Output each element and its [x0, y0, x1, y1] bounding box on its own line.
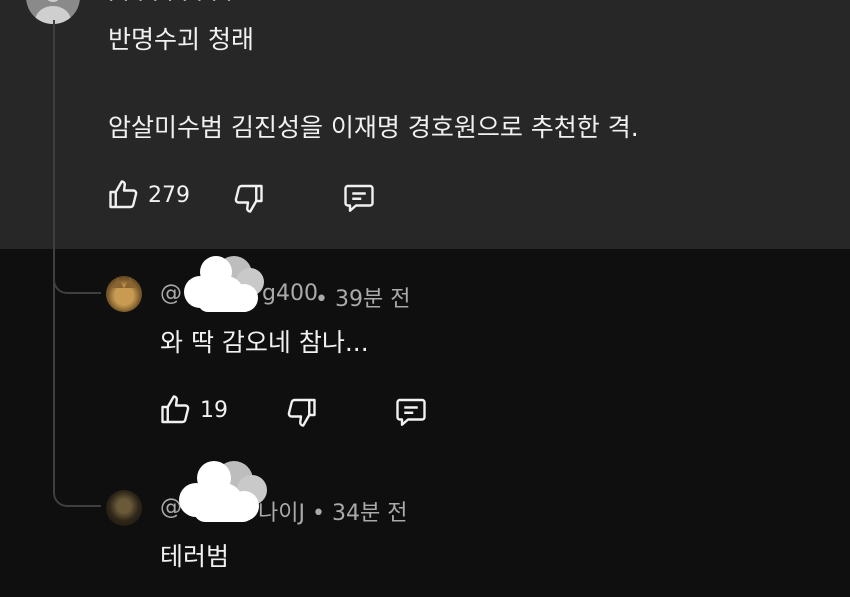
- reply-time: • 34분 전: [312, 501, 408, 526]
- reply-text: 테러범: [160, 542, 230, 571]
- thumbs-down-icon: [230, 180, 266, 216]
- reply-icon: [392, 394, 430, 430]
- reply-icon: [340, 180, 378, 216]
- comment-text-line-2: 암살미수범 김진성을 이재명 경호원으로 추천한 격.: [108, 113, 639, 142]
- like-count: 279: [148, 182, 190, 208]
- reply-username[interactable]: @: [160, 281, 182, 306]
- thumbs-up-icon: [106, 177, 142, 213]
- thread-line: [53, 250, 55, 462]
- comment-text-line-1: 반명수괴 청래: [108, 25, 254, 54]
- thread-line: [53, 20, 55, 260]
- cloud-redaction-sticker: [176, 456, 272, 524]
- reply-text: 와 딱 감오네 참나...: [160, 328, 369, 357]
- reply-avatar[interactable]: [106, 276, 142, 312]
- like-count: 19: [200, 397, 228, 423]
- cloud-redaction-sticker: [180, 252, 270, 314]
- thread-connector: [53, 460, 101, 507]
- comment-meta-cutoff: · · · · · · · · ·: [108, 0, 234, 12]
- like-button[interactable]: 19: [158, 392, 228, 428]
- reply-button[interactable]: [392, 394, 430, 430]
- thumbs-down-icon: [283, 394, 319, 430]
- dislike-button[interactable]: [283, 394, 319, 430]
- like-button[interactable]: 279: [106, 177, 190, 213]
- dislike-button[interactable]: [230, 180, 266, 216]
- reply-time: • 39분 전: [315, 287, 411, 312]
- reply-username-tail[interactable]: g400: [262, 281, 318, 306]
- thumbs-up-icon: [158, 392, 194, 428]
- reply-avatar[interactable]: [106, 490, 142, 526]
- thread-connector: [53, 250, 101, 294]
- reply-button[interactable]: [340, 180, 378, 216]
